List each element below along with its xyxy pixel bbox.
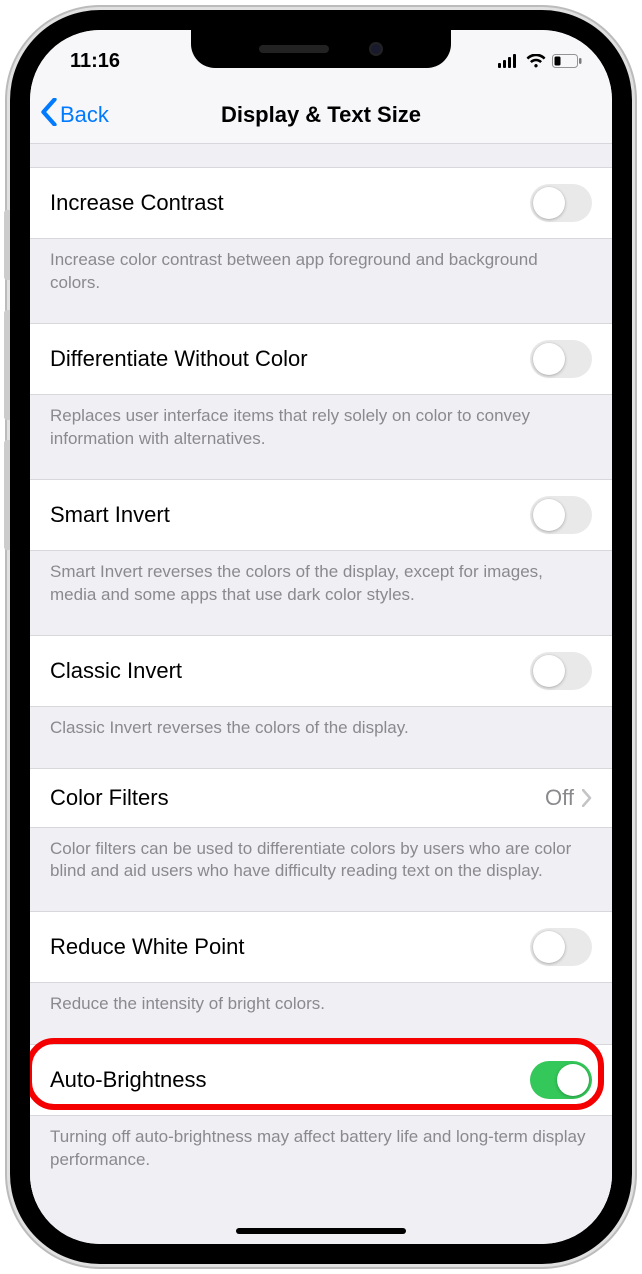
row-reduce-white-point[interactable]: Reduce White Point — [30, 911, 612, 983]
row-smart-invert[interactable]: Smart Invert — [30, 479, 612, 551]
footer-smart-invert: Smart Invert reverses the colors of the … — [30, 551, 612, 635]
battery-icon — [552, 54, 582, 68]
cellular-icon — [498, 54, 520, 68]
content-area[interactable]: some backgrounds to increase legibility.… — [30, 144, 612, 1244]
toggle-reduce-white-point[interactable] — [530, 928, 592, 966]
status-right — [498, 54, 582, 68]
phone-frame: 11:16 Back Display & Text — [10, 10, 632, 1264]
row-increase-contrast[interactable]: Increase Contrast — [30, 167, 612, 239]
footer-auto-brightness: Turning off auto-brightness may affect b… — [30, 1116, 612, 1232]
row-classic-invert[interactable]: Classic Invert — [30, 635, 612, 707]
row-label: Differentiate Without Color — [50, 346, 308, 372]
row-label: Smart Invert — [50, 502, 170, 528]
row-value: Off — [545, 785, 574, 811]
front-camera — [369, 42, 383, 56]
footer-reduce-white-point: Reduce the intensity of bright colors. — [30, 983, 612, 1044]
row-color-filters[interactable]: Color Filters Off — [30, 768, 612, 828]
toggle-smart-invert[interactable] — [530, 496, 592, 534]
toggle-increase-contrast[interactable] — [530, 184, 592, 222]
footer-classic-invert: Classic Invert reverses the colors of th… — [30, 707, 612, 768]
row-label: Color Filters — [50, 785, 169, 811]
row-label: Increase Contrast — [50, 190, 224, 216]
row-auto-brightness[interactable]: Auto-Brightness — [30, 1044, 612, 1116]
row-label: Auto-Brightness — [50, 1067, 207, 1093]
nav-bar: Back Display & Text Size — [30, 86, 612, 144]
status-time: 11:16 — [70, 50, 120, 73]
page-title: Display & Text Size — [221, 102, 421, 128]
home-indicator[interactable] — [236, 1228, 406, 1234]
footer-color-filters: Color filters can be used to differentia… — [30, 828, 612, 912]
toggle-differentiate-without-color[interactable] — [530, 340, 592, 378]
notch — [191, 30, 451, 68]
back-button[interactable]: Back — [40, 86, 109, 143]
row-label: Reduce White Point — [50, 934, 244, 960]
clipped-footer-text: some backgrounds to increase legibility. — [30, 144, 612, 167]
chevron-right-icon — [582, 789, 592, 807]
row-label: Classic Invert — [50, 658, 182, 684]
row-differentiate-without-color[interactable]: Differentiate Without Color — [30, 323, 612, 395]
speaker-slot — [259, 45, 329, 53]
toggle-classic-invert[interactable] — [530, 652, 592, 690]
toggle-auto-brightness[interactable] — [530, 1061, 592, 1099]
footer-increase-contrast: Increase color contrast between app fore… — [30, 239, 612, 323]
chevron-left-icon — [40, 98, 58, 132]
footer-differentiate-without-color: Replaces user interface items that rely … — [30, 395, 612, 479]
back-label: Back — [60, 102, 109, 128]
screen: 11:16 Back Display & Text — [30, 30, 612, 1244]
wifi-icon — [526, 54, 546, 68]
